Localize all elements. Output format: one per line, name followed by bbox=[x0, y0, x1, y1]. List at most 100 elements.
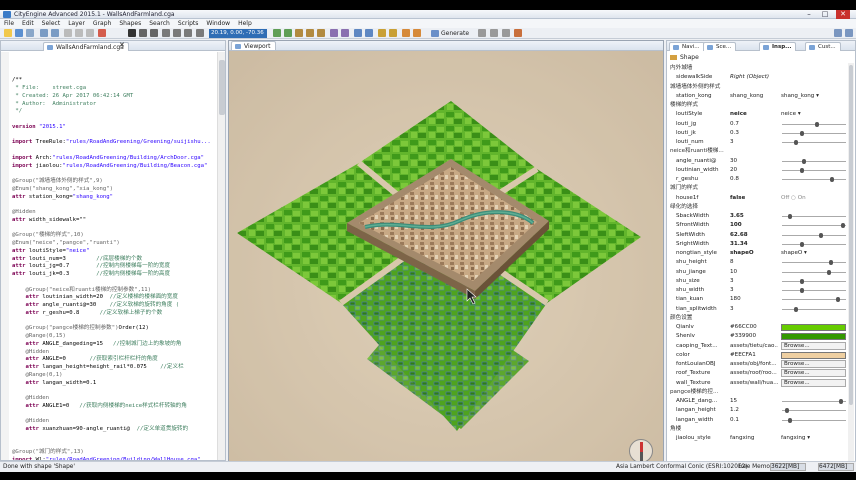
tab-close-icon[interactable]: ✕ bbox=[119, 41, 125, 49]
slider-handle[interactable] bbox=[830, 177, 834, 182]
browse-button[interactable]: Browse... bbox=[781, 369, 846, 378]
editor-scrollbar[interactable] bbox=[217, 52, 225, 460]
attribute-slider[interactable] bbox=[782, 241, 846, 247]
attribute-slider[interactable] bbox=[782, 260, 846, 266]
attribute-value[interactable]: 3 bbox=[730, 305, 778, 314]
circle-shape-icon[interactable] bbox=[317, 29, 325, 37]
menu-select[interactable]: Select bbox=[42, 19, 61, 28]
attribute-value[interactable]: 0.1 bbox=[730, 416, 778, 425]
slider-handle[interactable] bbox=[815, 121, 819, 127]
editor-scroll-thumb[interactable] bbox=[219, 60, 225, 115]
attribute-value[interactable]: 0.7 bbox=[730, 120, 778, 129]
slider-handle[interactable] bbox=[794, 140, 798, 145]
color-swatch[interactable] bbox=[781, 324, 846, 331]
browse-button[interactable]: Browse... bbox=[781, 341, 846, 350]
attribute-dropdown[interactable]: shapeO ▾ bbox=[781, 249, 845, 258]
attribute-value[interactable]: 20 bbox=[730, 166, 778, 175]
slider-handle[interactable] bbox=[788, 214, 792, 219]
menu-shapes[interactable]: Shapes bbox=[119, 19, 141, 28]
delete-icon[interactable] bbox=[98, 29, 106, 37]
start-rule-icon[interactable] bbox=[389, 29, 397, 37]
subdivide-icon[interactable] bbox=[341, 29, 349, 37]
save-icon[interactable] bbox=[15, 29, 23, 37]
minimize-button[interactable]: – bbox=[802, 10, 816, 19]
attribute-dropdown[interactable]: fangxing ▾ bbox=[781, 434, 845, 443]
generate-button[interactable]: Generate bbox=[430, 29, 469, 38]
attribute-slider[interactable] bbox=[782, 269, 846, 275]
attribute-value[interactable]: shang_kong bbox=[730, 92, 778, 101]
attribute-value[interactable]: 10 bbox=[730, 268, 778, 277]
close-button[interactable]: ✕ bbox=[836, 10, 850, 19]
attribute-value[interactable]: 8 bbox=[730, 258, 778, 267]
attribute-value[interactable]: 0.3 bbox=[730, 129, 778, 138]
attribute-value[interactable]: 3.65 bbox=[730, 212, 778, 221]
3d-viewport[interactable]: Viewport bbox=[228, 40, 664, 468]
attribute-value[interactable]: 15 bbox=[730, 397, 778, 406]
snap-icon[interactable] bbox=[196, 29, 204, 37]
attribute-slider[interactable] bbox=[782, 167, 846, 173]
slider-handle[interactable] bbox=[794, 306, 798, 312]
toolbar-option-icon[interactable] bbox=[478, 29, 486, 37]
rect-select-icon[interactable] bbox=[139, 29, 147, 37]
slider-handle[interactable] bbox=[828, 260, 833, 266]
attribute-slider[interactable] bbox=[782, 408, 846, 414]
attribute-value[interactable]: 30 bbox=[730, 157, 778, 166]
attribute-value[interactable]: 3 bbox=[730, 138, 778, 147]
tab-wallsandfarmland-cga[interactable]: WallsAndFarmland.cga bbox=[43, 42, 129, 51]
rect-shape-icon[interactable] bbox=[306, 29, 314, 37]
attribute-slider[interactable] bbox=[782, 223, 846, 229]
slider-handle[interactable] bbox=[800, 278, 804, 284]
attribute-value[interactable]: 0.8 bbox=[730, 175, 778, 184]
attribute-slider[interactable] bbox=[782, 417, 846, 423]
perspective-icon[interactable] bbox=[834, 29, 842, 37]
cut-icon[interactable] bbox=[64, 29, 72, 37]
perspective2-icon[interactable] bbox=[845, 29, 853, 37]
rotate-tool-icon[interactable] bbox=[184, 29, 192, 37]
slider-handle[interactable] bbox=[827, 269, 831, 275]
attribute-value[interactable]: 62.68 bbox=[730, 231, 778, 240]
menu-file[interactable]: File bbox=[4, 19, 14, 28]
lasso-icon[interactable] bbox=[150, 29, 158, 37]
attribute-value[interactable]: assets/wall/hua... bbox=[730, 379, 778, 388]
slider-handle[interactable] bbox=[840, 223, 845, 229]
attribute-slider[interactable] bbox=[782, 297, 846, 303]
color-swatch[interactable] bbox=[781, 351, 846, 359]
color-swatch[interactable] bbox=[781, 333, 846, 341]
attribute-value[interactable]: 180 bbox=[730, 295, 778, 304]
attribute-slider[interactable] bbox=[782, 278, 846, 284]
maximize-button[interactable]: □ bbox=[818, 10, 832, 19]
update-seed-icon[interactable] bbox=[402, 29, 410, 37]
copy-icon[interactable] bbox=[75, 29, 83, 37]
redo-icon[interactable] bbox=[51, 29, 59, 37]
slider-handle[interactable] bbox=[836, 297, 840, 303]
align-terrain-icon[interactable] bbox=[330, 29, 338, 37]
menu-scripts[interactable]: Scripts bbox=[178, 19, 199, 28]
reset-attrs-icon[interactable] bbox=[413, 29, 421, 37]
slider-handle[interactable] bbox=[839, 399, 843, 404]
attribute-value[interactable]: #339900 bbox=[730, 332, 778, 341]
move-tool-icon[interactable] bbox=[162, 29, 170, 37]
paste-icon[interactable] bbox=[86, 29, 94, 37]
tab-scene[interactable]: Sce... bbox=[703, 42, 737, 51]
slider-handle[interactable] bbox=[801, 158, 806, 164]
slider-handle[interactable] bbox=[819, 232, 824, 238]
shape-create-icon[interactable] bbox=[295, 29, 303, 37]
freehand-street-icon[interactable] bbox=[284, 29, 292, 37]
save-all-icon[interactable] bbox=[26, 29, 34, 37]
attribute-value[interactable]: assets/obj/font... bbox=[730, 360, 778, 369]
menu-search[interactable]: Search bbox=[149, 19, 170, 28]
attribute-dropdown[interactable]: shang_kong ▾ bbox=[781, 92, 845, 101]
attribute-slider[interactable] bbox=[782, 232, 846, 238]
slider-handle[interactable] bbox=[800, 167, 804, 173]
attribute-value[interactable]: 3 bbox=[730, 286, 778, 295]
menu-graph[interactable]: Graph bbox=[93, 19, 111, 28]
rule-assign-icon[interactable] bbox=[378, 29, 386, 37]
toolbar-option2-icon[interactable] bbox=[490, 29, 498, 37]
compass-icon[interactable] bbox=[629, 439, 653, 463]
cleanup-icon[interactable] bbox=[365, 29, 373, 37]
menu-window[interactable]: Window bbox=[206, 19, 230, 28]
attribute-value[interactable]: assets/roof/roo... bbox=[730, 369, 778, 378]
scene-render[interactable] bbox=[229, 41, 664, 468]
browse-button[interactable]: Browse... bbox=[781, 360, 846, 368]
attribute-slider[interactable] bbox=[782, 121, 846, 127]
